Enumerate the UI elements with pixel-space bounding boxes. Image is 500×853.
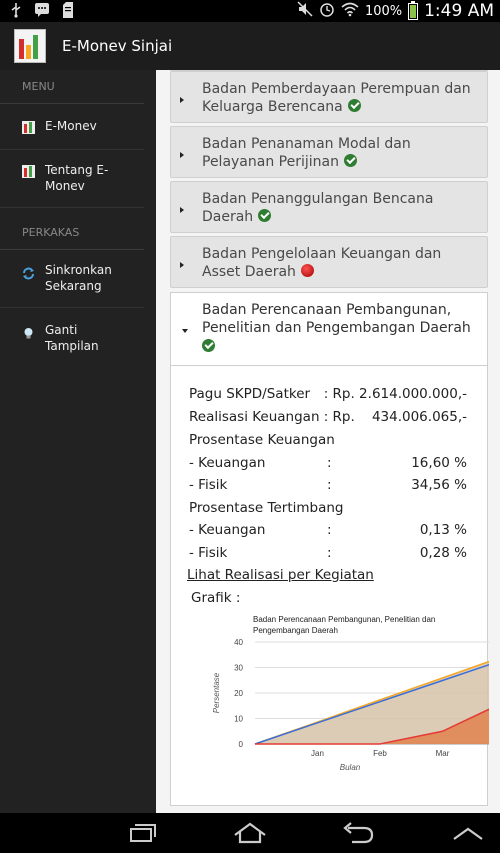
wifi-icon (341, 1, 359, 21)
chevron-right-icon (180, 207, 184, 213)
colon: : (327, 522, 332, 538)
agency-name: Badan Pemberdayaan Perempuan dan Keluarg… (202, 81, 471, 115)
x-axis-label: Bulan (340, 763, 361, 772)
sd-card-icon (60, 2, 76, 18)
pk-keuangan-label: - Keuangan (189, 455, 266, 471)
drawer-item-emonev[interactable]: E-Monev (0, 104, 144, 150)
x-tick-label: Feb (373, 749, 387, 758)
status-ok-icon (343, 154, 357, 167)
y-tick-label: 0 (239, 740, 244, 749)
grafik-label: Grafik : (191, 590, 241, 606)
drawer-item-label: Tentang E-Monev (45, 163, 109, 193)
drawer-item-label: E-Monev (45, 119, 97, 133)
tools-section-header: PERKAKAS (0, 216, 144, 250)
drawer-item-ganti-tampilan[interactable]: Ganti Tampilan (0, 308, 144, 353)
app-logo-icon (22, 121, 35, 134)
agency-name: Badan Penanaman Modal dan Pelayanan Peri… (202, 136, 411, 170)
pt-keuangan-value: 0,13 % (419, 522, 467, 538)
y-tick-label: 30 (234, 664, 243, 673)
agency-item[interactable]: Badan Penanggulangan Bencana Daerah (170, 181, 488, 233)
back-button[interactable] (338, 821, 378, 845)
y-axis-label: Persentase (212, 672, 221, 713)
status-bar: 100% 1:49 AM (0, 0, 500, 22)
chevron-down-icon (182, 329, 188, 333)
drawer-item-label: Ganti Tampilan (45, 323, 99, 353)
agency-name: Badan Pengelolaan Keuangan dan Asset Dae… (202, 246, 442, 280)
pk-fisik-value: 34,56 % (411, 477, 467, 493)
colon: : (327, 545, 332, 561)
chart: Badan Perencanaan Pembangunan, Penelitia… (212, 615, 489, 772)
system-nav-bar (0, 813, 500, 853)
agency-item-expanded[interactable]: Badan Perencanaan Pembangunan, Penelitia… (170, 292, 488, 366)
pagu-value: : Rp. 2.614.000.000,- (323, 386, 467, 402)
pk-fisik-label: - Fisik (189, 477, 228, 493)
chart-title: Badan Perencanaan Pembangunan, Penelitia… (253, 615, 435, 624)
chart-title-line2: Pengembangan Daerah (253, 626, 338, 635)
usb-icon (8, 2, 24, 18)
chevron-right-icon (180, 152, 184, 158)
battery-percentage: 100% (364, 3, 403, 19)
app-title: E-Monev Sinjai (62, 37, 173, 55)
chevron-right-icon (180, 97, 184, 103)
pt-fisik-value: 0,28 % (419, 545, 467, 561)
agency-name: Badan Penanggulangan Bencana Daerah (202, 191, 434, 225)
alarm-icon (319, 1, 335, 21)
menu-section-header: MENU (0, 70, 144, 104)
lightbulb-icon (22, 325, 35, 339)
chevron-right-icon (180, 262, 184, 268)
pagu-label: Pagu SKPD/Satker (189, 386, 311, 402)
lihat-realisasi-link[interactable]: Lihat Realisasi per Kegiatan (187, 567, 374, 583)
recent-apps-button[interactable] (122, 821, 162, 845)
realisasi-value: : Rp. 434.006.065,- (323, 409, 467, 425)
app-logo-icon (22, 165, 35, 178)
agency-name: Badan Perencanaan Pembangunan, Penelitia… (202, 302, 471, 336)
colon: : (327, 477, 332, 493)
y-tick-label: 10 (234, 715, 243, 724)
prosentase-keuangan-header: Prosentase Keuangan (189, 432, 335, 448)
drawer-item-sync[interactable]: Sinkronkan Sekarang (0, 250, 144, 308)
status-bad-icon (300, 264, 314, 277)
agency-item[interactable]: Badan Pengelolaan Keuangan dan Asset Dae… (170, 236, 488, 288)
agency-item[interactable]: Badan Penanaman Modal dan Pelayanan Peri… (170, 126, 488, 178)
agency-item[interactable]: Badan Pemberdayaan Perempuan dan Keluarg… (170, 71, 488, 123)
pt-fisik-label: - Fisik (189, 545, 228, 561)
pt-keuangan-label: - Keuangan (189, 522, 266, 538)
y-tick-label: 40 (234, 638, 243, 647)
chevron-up-icon[interactable] (448, 821, 488, 845)
drawer-item-tentang[interactable]: Tentang E-Monev (0, 150, 144, 208)
home-button[interactable] (230, 821, 270, 845)
mute-icon (297, 1, 313, 21)
drawer-item-label: Sinkronkan Sekarang (45, 263, 112, 293)
clock: 1:49 AM (424, 1, 494, 21)
agency-list: Badan Pemberdayaan Perempuan dan Keluarg… (156, 70, 500, 813)
pk-keuangan-value: 16,60 % (411, 455, 467, 471)
x-tick-label: Mar (436, 749, 450, 758)
y-tick-label: 20 (234, 689, 243, 698)
status-ok-icon (202, 339, 215, 352)
x-tick-label: Jan (311, 749, 324, 758)
bbm-icon (34, 2, 50, 18)
prosentase-tertimbang-header: Prosentase Tertimbang (189, 500, 344, 516)
navigation-drawer: MENU E-Monev Tentang E-Monev PERKAKAS Si… (0, 70, 156, 813)
sync-icon (22, 265, 35, 280)
realisasi-label: Realisasi Keuangan (189, 409, 320, 425)
status-ok-icon (347, 99, 361, 112)
colon: : (327, 455, 332, 471)
status-ok-icon (258, 209, 272, 222)
action-bar: E-Monev Sinjai (0, 22, 500, 70)
app-logo-icon[interactable] (14, 29, 46, 63)
battery-icon (408, 0, 419, 20)
agency-detail-panel: Pagu SKPD/Satker : Rp. 2.614.000.000,- R… (170, 366, 489, 806)
